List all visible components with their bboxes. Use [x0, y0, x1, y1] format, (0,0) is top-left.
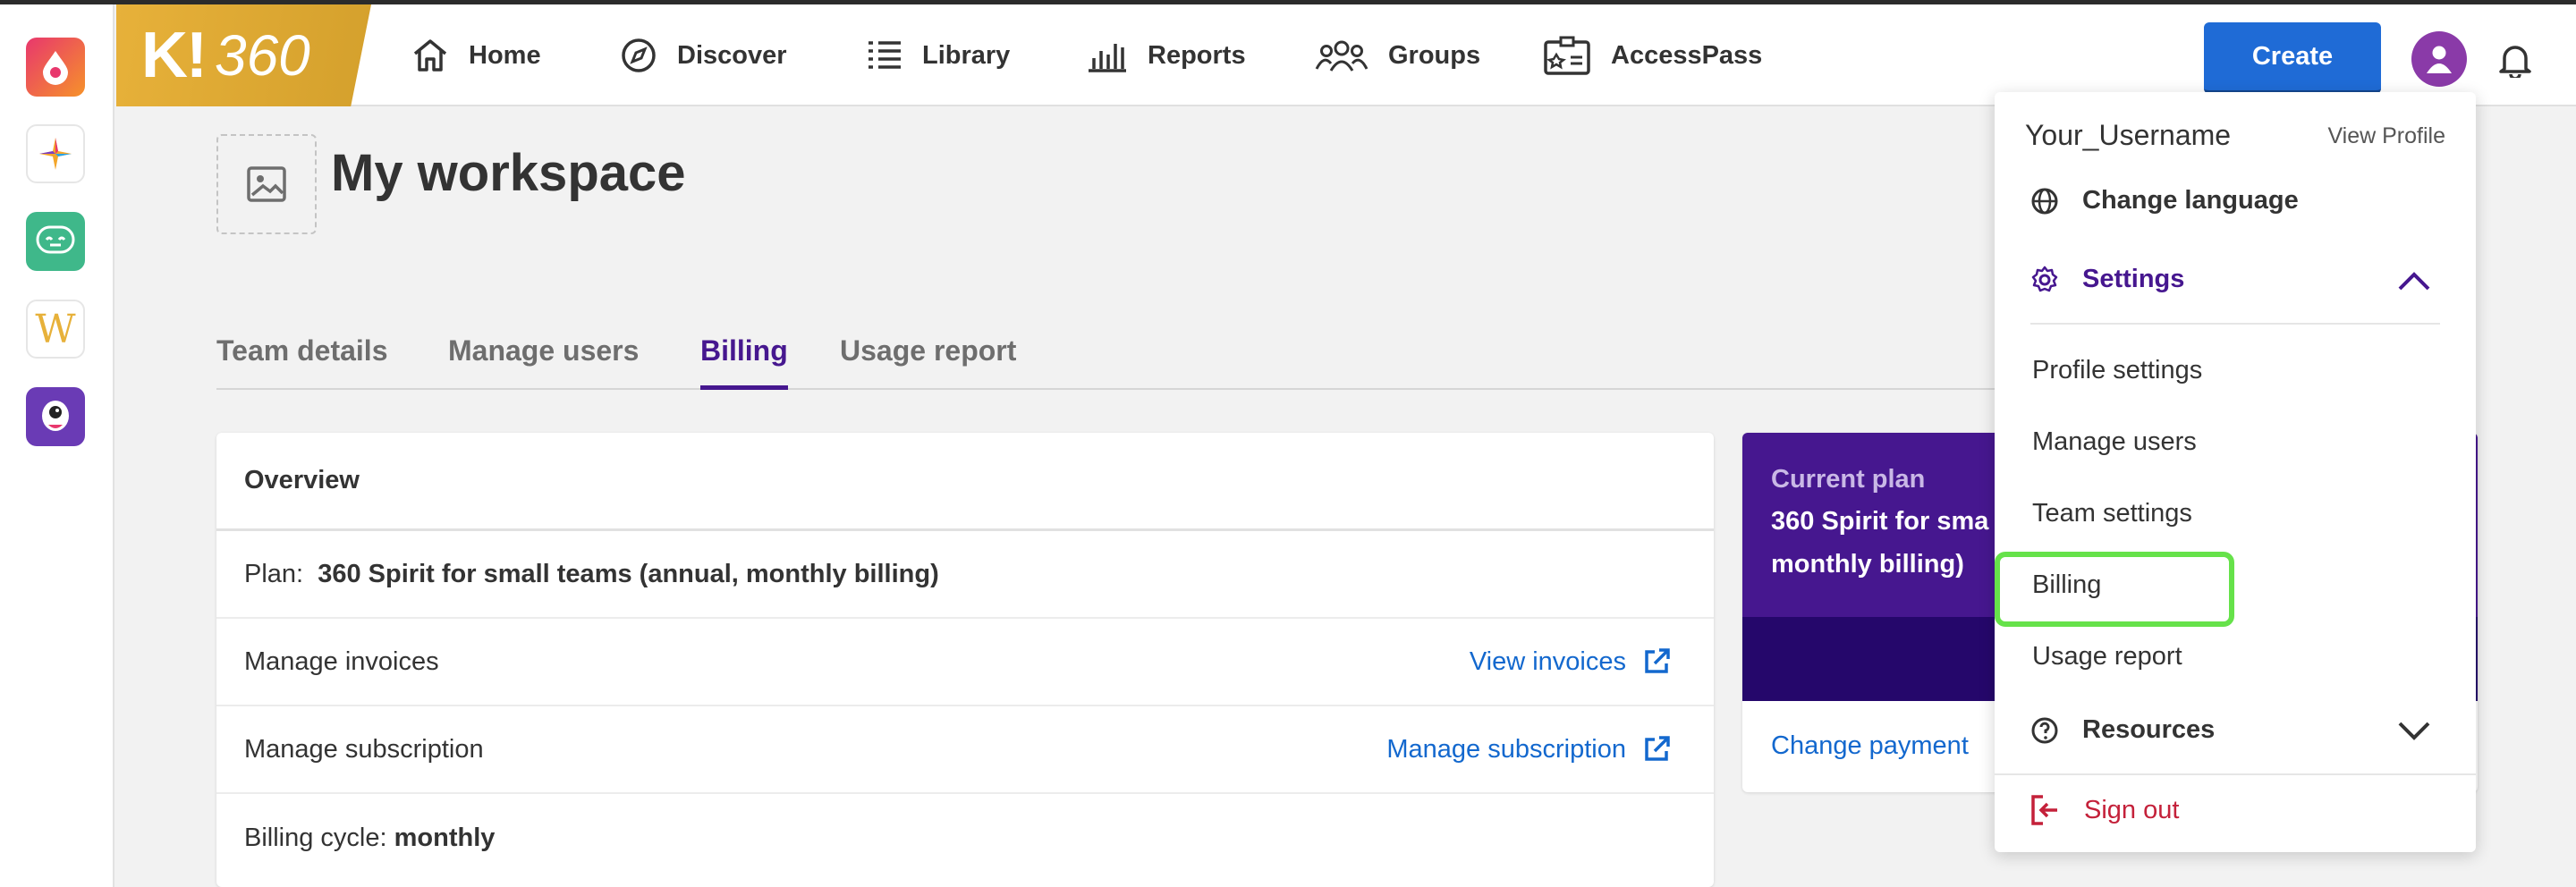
settings-item[interactable]: Settings — [2030, 265, 2184, 294]
change-language-label: Change language — [2082, 186, 2299, 215]
nav-discover-label: Discover — [677, 40, 787, 70]
billing-cycle-row: Billing cycle: monthly — [216, 794, 1714, 882]
user-avatar[interactable] — [2411, 31, 2467, 87]
overview-card: Overview Plan: 360 Spirit for small team… — [216, 433, 1714, 887]
sparkle-app-icon[interactable] — [26, 124, 85, 183]
logo-k: K! — [141, 20, 208, 91]
overview-title: Overview — [216, 433, 1714, 531]
current-plan-name: 360 Spirit for sma monthly billing) — [1771, 500, 1995, 586]
menu-divider — [1995, 773, 2476, 775]
menu-team-settings[interactable]: Team settings — [2032, 499, 2192, 528]
app-rail: W — [0, 4, 114, 887]
plan-row: Plan: 360 Spirit for small teams (annual… — [216, 531, 1714, 619]
sign-out-item[interactable]: Sign out — [2030, 794, 2179, 826]
compass-icon — [622, 38, 656, 72]
external-link-icon — [1645, 736, 1670, 761]
invoices-label: Manage invoices — [244, 646, 439, 676]
manage-subscription-label: Manage subscription — [1386, 734, 1626, 764]
nav-accesspass-label: AccessPass — [1611, 40, 1763, 70]
chevron-down-icon[interactable] — [2397, 720, 2431, 741]
menu-manage-users[interactable]: Manage users — [2032, 427, 2197, 457]
help-circle-icon — [2031, 717, 2058, 743]
tab-usage-report[interactable]: Usage report — [840, 334, 1016, 390]
view-invoices-link[interactable]: View invoices — [1470, 647, 1671, 677]
view-invoices-label: View invoices — [1469, 646, 1626, 676]
view-profile-link[interactable]: View Profile — [2327, 123, 2445, 149]
page-title: My workspace — [331, 144, 686, 202]
resources-item[interactable]: Resources — [2030, 715, 2215, 745]
menu-username: Your_Username — [2025, 119, 2232, 151]
w-app-icon[interactable]: W — [26, 300, 85, 359]
settings-label: Settings — [2082, 265, 2185, 293]
nav-groups-label: Groups — [1388, 40, 1481, 70]
nav-reports[interactable]: Reports — [1087, 4, 1246, 106]
plan-label: Plan: — [244, 559, 304, 588]
nav-library-label: Library — [922, 40, 1011, 70]
manage-subscription-link[interactable]: Manage subscription — [1386, 735, 1671, 765]
logo-360: 360 — [214, 23, 310, 88]
tab-billing[interactable]: Billing — [700, 334, 788, 390]
external-link-icon — [1645, 648, 1670, 673]
globe-icon — [2031, 188, 2058, 214]
current-plan-name-line2: monthly billing) — [1771, 550, 1964, 579]
menu-divider — [2030, 323, 2440, 325]
menu-profile-settings[interactable]: Profile settings — [2032, 356, 2202, 385]
chevron-up-icon[interactable] — [2397, 271, 2431, 292]
kahoot-app-icon[interactable] — [26, 38, 85, 97]
gear-icon — [2031, 266, 2058, 291]
nav-discover[interactable]: Discover — [620, 4, 787, 106]
nav-home-label: Home — [469, 40, 541, 70]
monster-app-icon[interactable] — [26, 387, 85, 446]
nav-reports-label: Reports — [1148, 40, 1246, 70]
badge-icon — [1544, 36, 1590, 75]
sign-out-label: Sign out — [2084, 795, 2180, 824]
create-button[interactable]: Create — [2204, 22, 2381, 94]
house-icon — [413, 39, 447, 72]
invoices-row: Manage invoices View invoices — [216, 619, 1714, 706]
image-icon — [247, 166, 286, 202]
tab-team-details[interactable]: Team details — [216, 334, 387, 390]
w-app-letter: W — [35, 306, 76, 352]
profile-dropdown-menu: Your_Username View Profile Change langua… — [1995, 92, 2476, 852]
cycle-label: Billing cycle: — [244, 823, 387, 852]
tab-manage-users[interactable]: Manage users — [448, 334, 639, 390]
sign-out-icon — [2031, 795, 2057, 825]
subscription-label: Manage subscription — [244, 734, 484, 764]
subscription-row: Manage subscription Manage subscription — [216, 706, 1714, 794]
billing-highlight-box — [1995, 552, 2234, 627]
top-navigation: K! 360 Home Discover Library Reports Gro… — [116, 4, 2576, 106]
nav-home[interactable]: Home — [411, 4, 541, 106]
nav-accesspass[interactable]: AccessPass — [1543, 4, 1762, 106]
people-icon — [1315, 40, 1368, 72]
list-icon — [869, 41, 901, 69]
change-language-item[interactable]: Change language — [2030, 186, 2299, 215]
bar-chart-icon — [1089, 44, 1126, 72]
plan-value: 360 Spirit for small teams (annual, mont… — [318, 559, 939, 588]
workspace-image-placeholder[interactable] — [216, 134, 317, 234]
resources-label: Resources — [2082, 715, 2216, 744]
user-icon — [2427, 46, 2452, 73]
cycle-value: monthly — [394, 823, 496, 852]
bell-icon[interactable] — [2497, 40, 2533, 82]
nav-groups[interactable]: Groups — [1315, 4, 1480, 106]
menu-usage-report[interactable]: Usage report — [2032, 642, 2182, 672]
current-plan-name-line1: 360 Spirit for sma — [1771, 507, 1989, 536]
chat-bot-app-icon[interactable] — [26, 212, 85, 271]
kahoot-360-logo[interactable]: K! 360 — [116, 4, 371, 106]
nav-library[interactable]: Library — [867, 4, 1010, 106]
